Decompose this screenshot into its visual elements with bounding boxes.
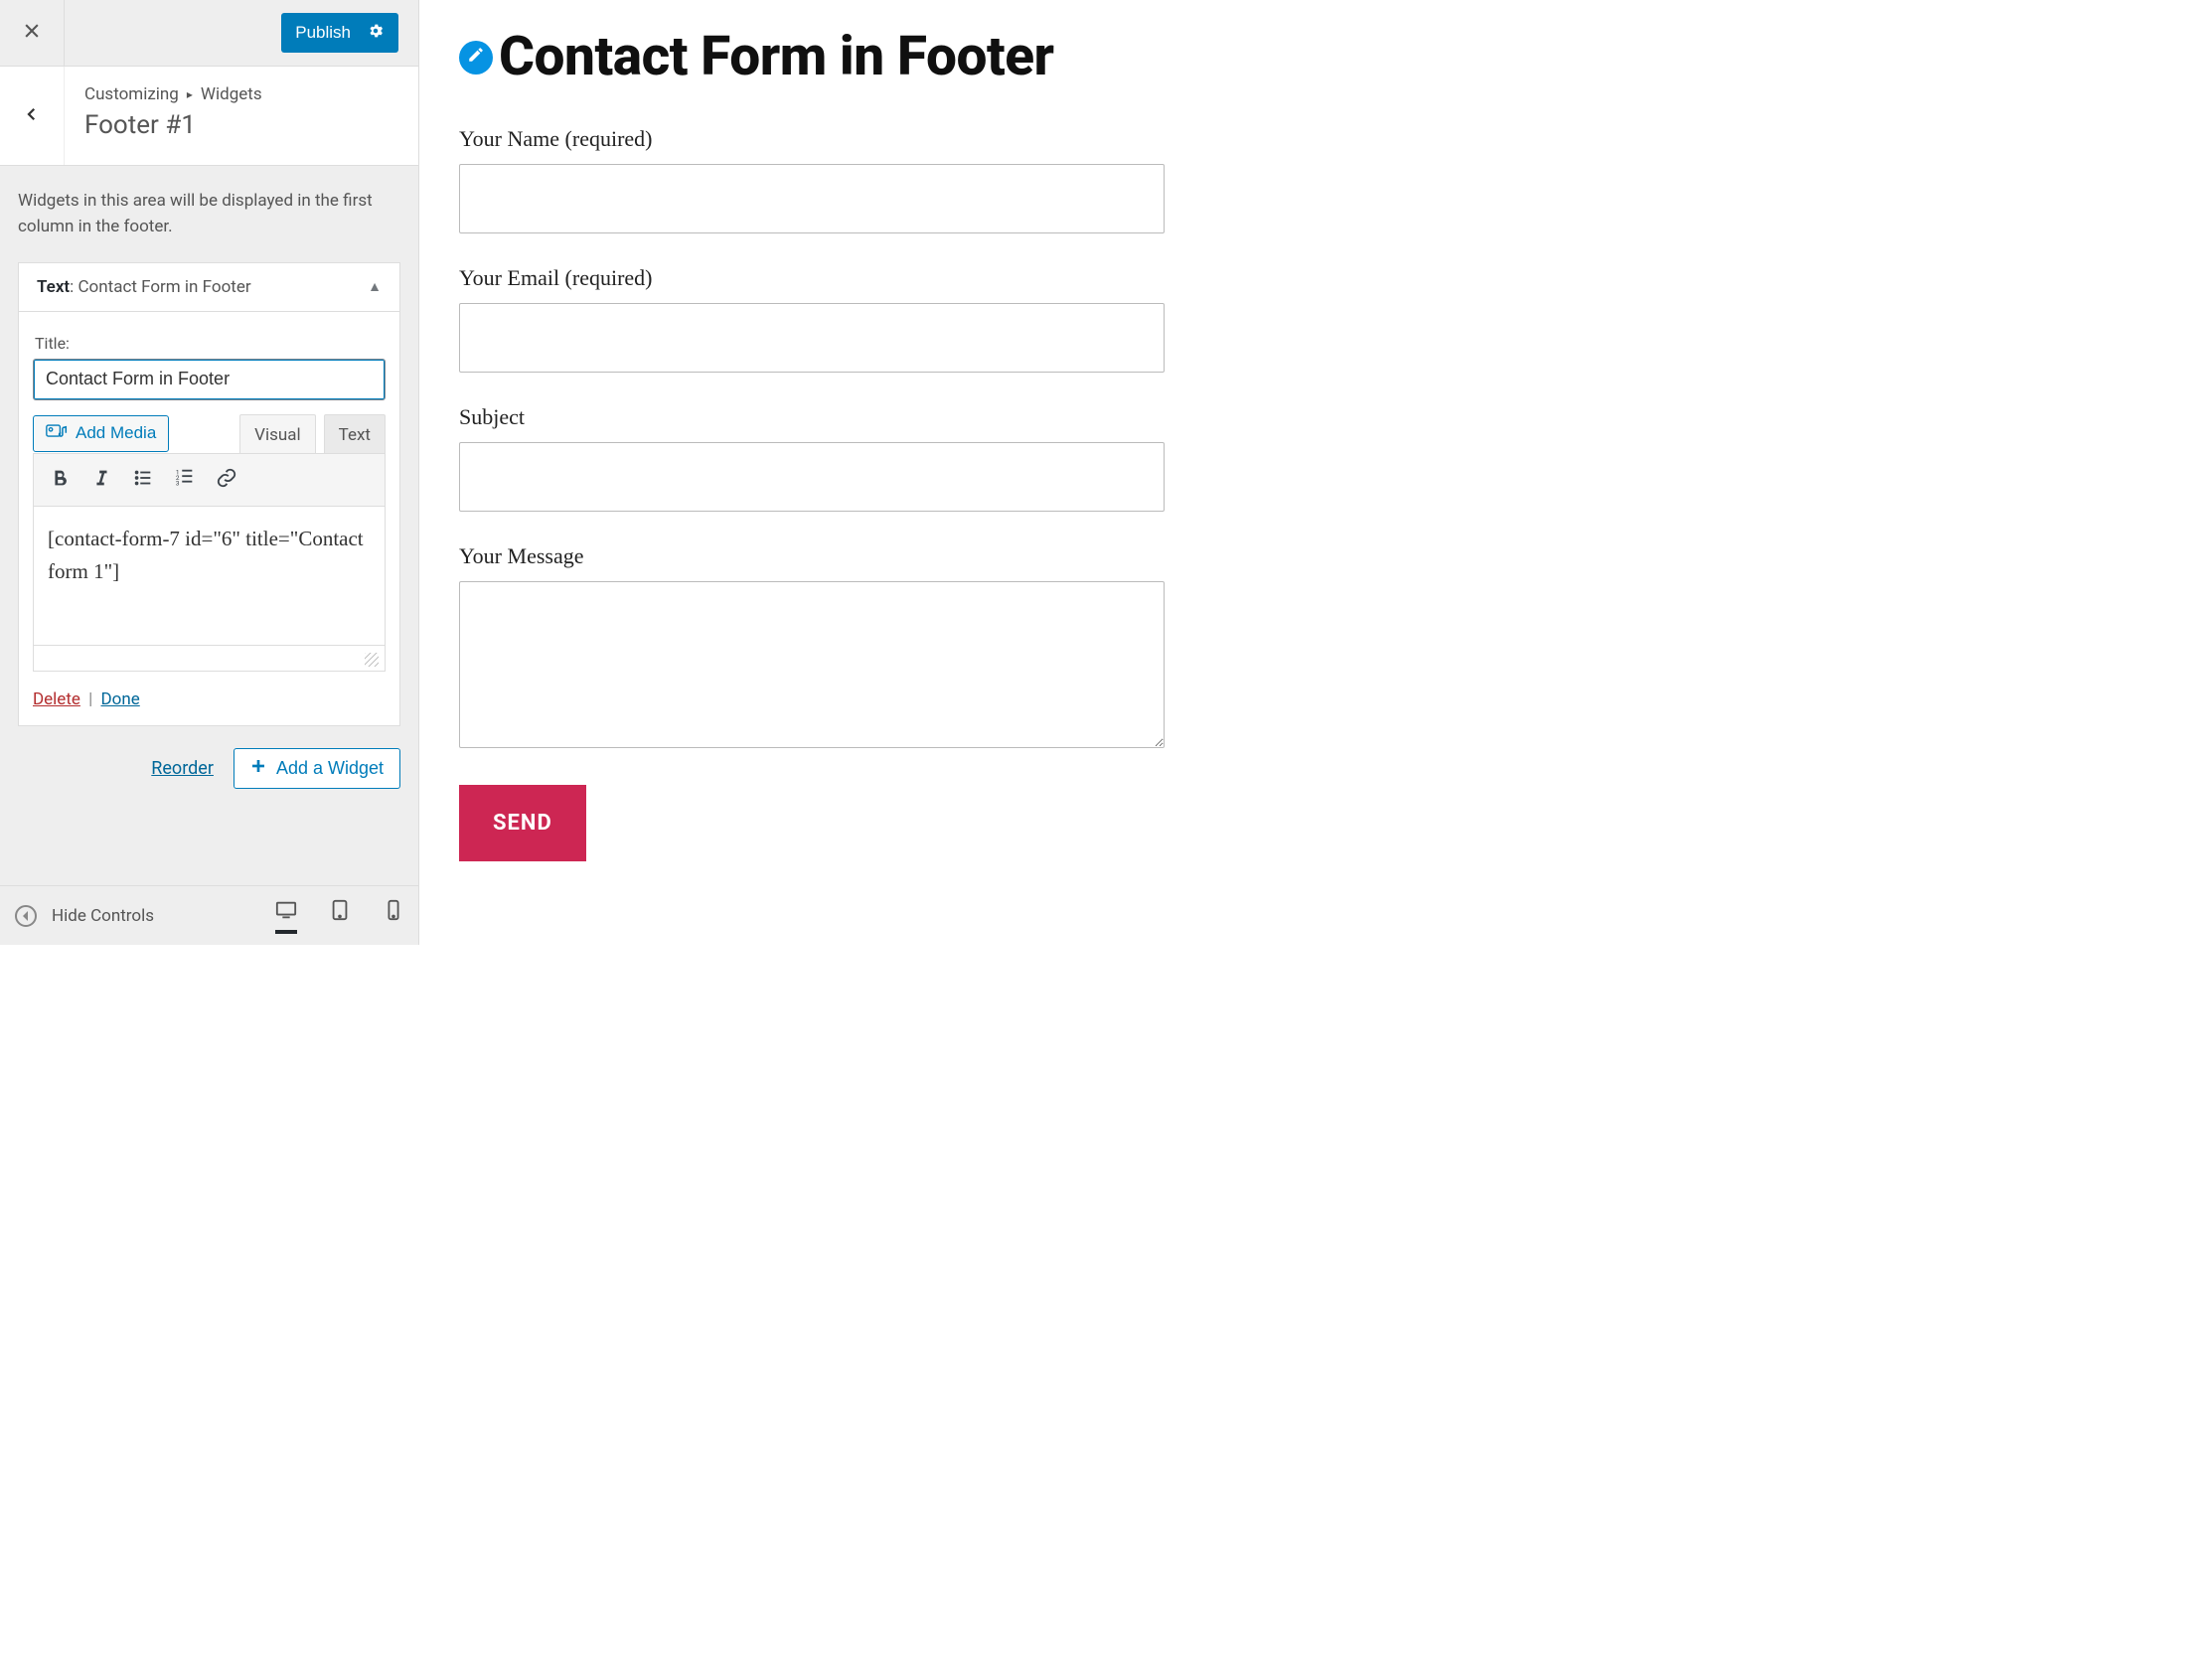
ordered-list-button[interactable]: 123 bbox=[167, 462, 203, 498]
link-button[interactable] bbox=[209, 462, 244, 498]
widget-title-input[interactable] bbox=[33, 359, 386, 400]
label-email: Your Email (required) bbox=[459, 265, 1189, 291]
section-description: Widgets in this area will be displayed i… bbox=[0, 166, 418, 244]
tab-text[interactable]: Text bbox=[324, 414, 386, 453]
widget-header-title: Text: Contact Form in Footer bbox=[37, 277, 251, 297]
bold-button[interactable] bbox=[42, 462, 78, 498]
label-subject: Subject bbox=[459, 404, 1189, 430]
mobile-icon[interactable] bbox=[383, 897, 404, 934]
close-button[interactable] bbox=[0, 0, 65, 66]
italic-button[interactable] bbox=[83, 462, 119, 498]
send-button[interactable]: SEND bbox=[459, 785, 586, 861]
widget-name: Contact Form in Footer bbox=[78, 277, 250, 297]
breadcrumb-path: Customizing ▸ Widgets bbox=[84, 84, 398, 104]
breadcrumb-parent: Widgets bbox=[201, 84, 262, 104]
controls-bar: Hide Controls bbox=[0, 885, 418, 945]
input-email[interactable] bbox=[459, 303, 1165, 373]
gear-icon bbox=[367, 22, 385, 45]
widget-actions: Delete | Done bbox=[33, 689, 386, 709]
bullet-list-button[interactable] bbox=[125, 462, 161, 498]
publish-button[interactable]: Publish bbox=[281, 13, 398, 53]
editor-toolbar-row: Add Media Visual Text bbox=[33, 414, 386, 453]
field-email: Your Email (required) bbox=[459, 265, 1189, 373]
add-media-label: Add Media bbox=[76, 423, 156, 443]
chevron-left-icon bbox=[23, 105, 41, 127]
spacer bbox=[65, 0, 281, 66]
preview-header: Contact Form in Footer bbox=[459, 30, 1189, 84]
back-button[interactable] bbox=[0, 67, 65, 165]
widget-body: Title: Add Media Visual bbox=[19, 312, 399, 725]
breadcrumb-text: Customizing ▸ Widgets Footer #1 bbox=[65, 67, 418, 165]
delete-link[interactable]: Delete bbox=[33, 689, 80, 709]
breadcrumb-root: Customizing bbox=[84, 84, 179, 104]
hide-controls-link[interactable]: Hide Controls bbox=[52, 906, 154, 926]
field-subject: Subject bbox=[459, 404, 1189, 512]
field-name: Your Name (required) bbox=[459, 126, 1189, 233]
reorder-link[interactable]: Reorder bbox=[151, 758, 214, 779]
customizer-sidebar: Publish Customizing ▸ Widgets Footer #1 … bbox=[0, 0, 419, 945]
input-subject[interactable] bbox=[459, 442, 1165, 512]
top-actions: Publish bbox=[0, 0, 418, 67]
camera-music-icon bbox=[46, 422, 68, 445]
editor-resize-handle[interactable] bbox=[33, 646, 386, 672]
edit-shortcut-button[interactable] bbox=[459, 41, 493, 75]
site-preview: Contact Form in Footer Your Name (requir… bbox=[419, 0, 1229, 945]
label-message: Your Message bbox=[459, 543, 1189, 569]
plus-icon bbox=[250, 758, 266, 779]
separator: | bbox=[88, 689, 92, 709]
list-ul-icon bbox=[132, 467, 154, 493]
flex-spacer bbox=[0, 811, 418, 885]
publish-label: Publish bbox=[295, 23, 351, 43]
field-message: Your Message bbox=[459, 543, 1189, 753]
svg-text:3: 3 bbox=[176, 479, 180, 487]
widget-text: Text: Contact Form in Footer ▲ Title: bbox=[18, 262, 400, 726]
editor-tabs: Visual Text bbox=[239, 414, 386, 453]
tablet-icon[interactable] bbox=[329, 897, 351, 934]
title-field-label: Title: bbox=[35, 334, 384, 353]
input-message[interactable] bbox=[459, 581, 1165, 748]
widget-rendered-title: Contact Form in Footer bbox=[499, 30, 1054, 84]
done-link[interactable]: Done bbox=[101, 689, 140, 709]
widget-type: Text bbox=[37, 277, 70, 297]
add-media-button[interactable]: Add Media bbox=[33, 415, 169, 452]
list-ol-icon: 123 bbox=[174, 467, 196, 493]
widget-header[interactable]: Text: Contact Form in Footer ▲ bbox=[19, 263, 399, 312]
bold-icon bbox=[49, 467, 71, 493]
collapse-icon[interactable] bbox=[14, 904, 38, 928]
label-name: Your Name (required) bbox=[459, 126, 1189, 152]
input-name[interactable] bbox=[459, 164, 1165, 233]
device-preview-toggle bbox=[275, 897, 404, 934]
breadcrumb-separator-icon: ▸ bbox=[187, 87, 193, 101]
link-icon bbox=[216, 467, 237, 493]
pencil-icon bbox=[467, 46, 485, 69]
desktop-icon[interactable] bbox=[275, 897, 297, 934]
italic-icon bbox=[90, 467, 112, 493]
add-widget-label: Add a Widget bbox=[276, 758, 384, 779]
add-widget-button[interactable]: Add a Widget bbox=[234, 748, 400, 789]
close-icon bbox=[22, 21, 42, 45]
breadcrumb-header: Customizing ▸ Widgets Footer #1 bbox=[0, 67, 418, 166]
caret-up-icon: ▲ bbox=[368, 278, 382, 295]
publish-wrap: Publish bbox=[281, 0, 418, 66]
tab-visual[interactable]: Visual bbox=[239, 414, 315, 453]
section-title: Footer #1 bbox=[84, 110, 398, 140]
editor-content[interactable]: [contact-form-7 id="6" title="Contact fo… bbox=[33, 507, 386, 646]
widget-footer-actions: Reorder Add a Widget bbox=[0, 726, 418, 811]
richtext-toolbar: 123 bbox=[33, 453, 386, 507]
